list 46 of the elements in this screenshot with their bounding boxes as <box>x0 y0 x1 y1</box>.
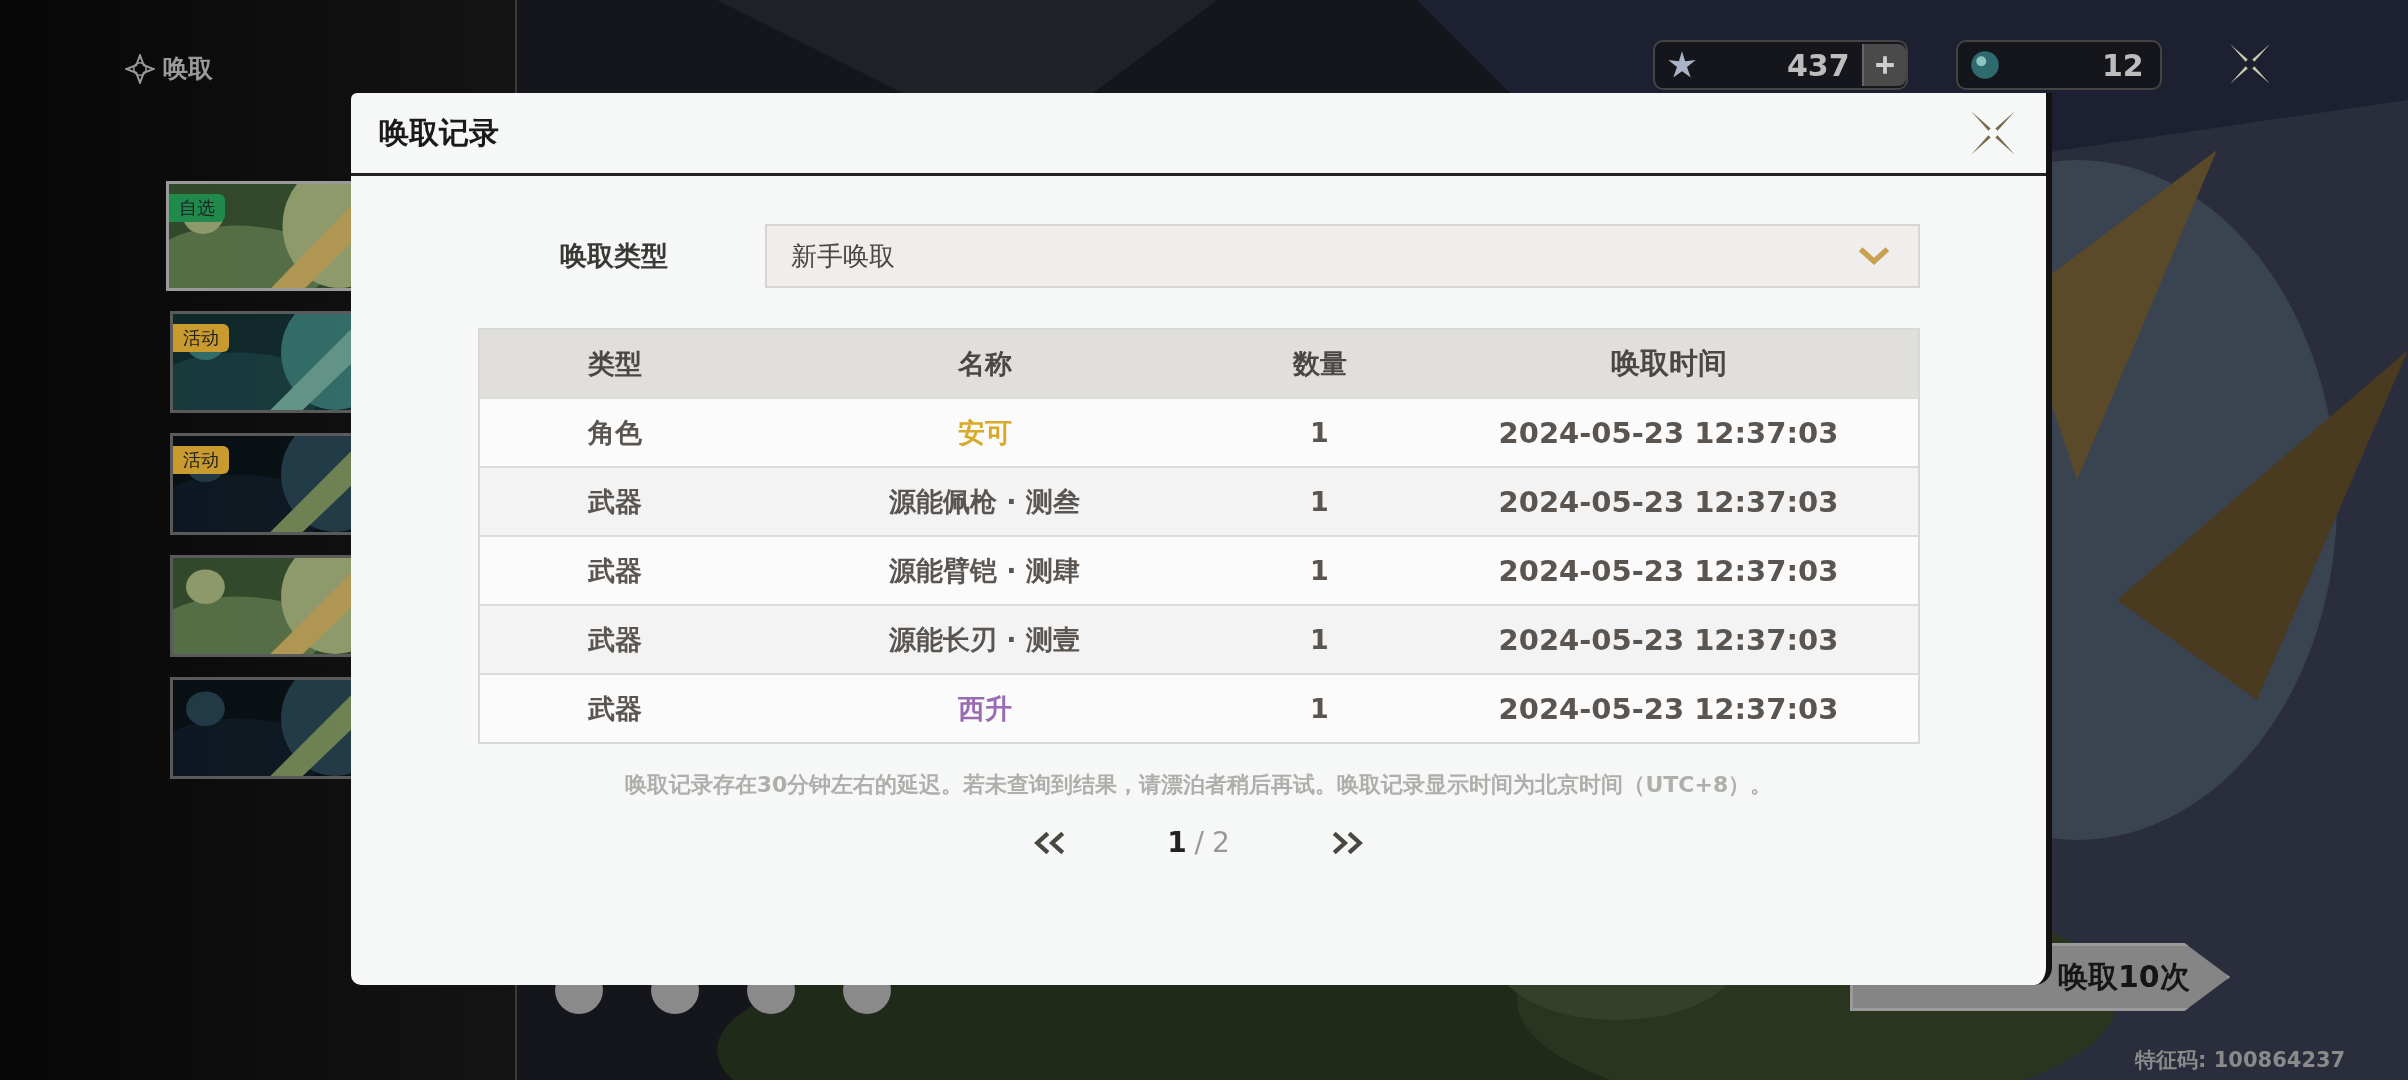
filter-label: 唤取类型 <box>559 239 668 273</box>
table-cell: 1 <box>1310 693 1329 724</box>
table-cell-text: 武器 <box>587 553 642 588</box>
table-cell: 2024-05-23 12:37:03 <box>1498 484 1839 519</box>
column-header: 类型 <box>587 346 642 381</box>
currency-amount: 437 <box>1787 47 1850 83</box>
currency-amount: 12 <box>2101 47 2144 83</box>
page-total: 2 <box>1212 826 1230 859</box>
notice-text: 唤取记录存在30分钟左右的延迟。若未查询到结果，请漂泊者稍后再试。唤取记录显示时间为北京时间（UTC+8）。 <box>624 771 1773 799</box>
star-icon <box>1667 50 1697 80</box>
table-cell-text: 武器 <box>587 691 642 726</box>
diamond-icon <box>125 53 155 84</box>
feature-code: 特征码: 100864237 <box>2135 1047 2346 1074</box>
orb-icon <box>1969 50 2000 80</box>
table-cell-text: 源能长刃 · 测壹 <box>888 622 1081 657</box>
close-icon[interactable] <box>2228 42 2272 86</box>
table-cell: 1 <box>1310 624 1329 655</box>
page-title: 唤取 <box>163 53 213 85</box>
column-header: 名称 <box>957 346 1012 381</box>
table-cell-text: 安可 <box>957 415 1012 450</box>
table-cell: 2024-05-23 12:37:03 <box>1498 691 1839 726</box>
table-cell-text: 角色 <box>587 415 642 450</box>
table-cell: 1 <box>1310 486 1329 517</box>
table-cell: 1 <box>1310 417 1329 448</box>
table-cell: 2024-05-23 12:37:03 <box>1498 622 1839 657</box>
banner-tag: 活动 <box>173 324 229 352</box>
page-separator: / <box>1194 826 1205 859</box>
plus-icon <box>1873 54 1896 76</box>
table-cell-text: 武器 <box>587 622 642 657</box>
column-header: 唤取时间 <box>1610 344 1727 382</box>
table-cell: 2024-05-23 12:37:03 <box>1498 553 1839 588</box>
banner-tag: 自选 <box>169 194 225 222</box>
column-header: 数量 <box>1292 346 1347 381</box>
table-cell-text: 西升 <box>957 691 1012 726</box>
table-cell: 1 <box>1310 555 1329 586</box>
type-dropdown[interactable]: 新手唤取 <box>764 224 1920 288</box>
banner-tag: 活动 <box>173 446 229 474</box>
table-cell-text: 源能臂铠 · 测肆 <box>888 553 1081 588</box>
table-cell-text: 武器 <box>587 484 642 519</box>
page-number: 1 <box>1167 826 1187 859</box>
close-icon[interactable] <box>1970 110 2016 156</box>
table-cell: 2024-05-23 12:37:03 <box>1498 415 1839 450</box>
table-cell-text: 源能佩枪 · 测叁 <box>888 484 1081 519</box>
add-button[interactable] <box>1861 44 1906 86</box>
chevron-down-icon <box>1857 246 1890 266</box>
dialog-title: 唤取记录 <box>379 113 499 152</box>
